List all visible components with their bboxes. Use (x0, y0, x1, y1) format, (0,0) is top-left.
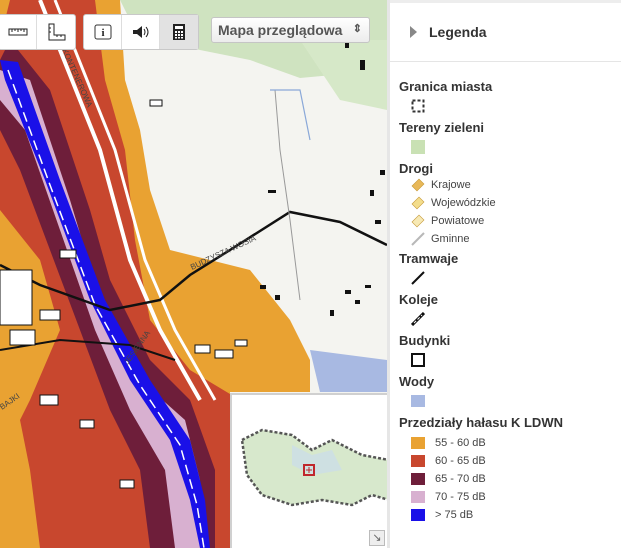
speaker-icon (132, 26, 148, 38)
road-legend-label: Gminne (431, 233, 470, 245)
road-legend-item: Gminne (399, 230, 621, 248)
road-symbol-icon (411, 214, 425, 228)
info-icon: i (94, 24, 111, 40)
water-symbol-icon (411, 394, 425, 407)
road-legend-item: Powiatowe (399, 212, 621, 230)
legend-city-border-title: Granica miasta (399, 79, 493, 94)
legend-buildings-title: Budynki (399, 333, 451, 348)
noise-list: 55 - 60 dB 60 - 65 dB 65 - 70 dB 70 - 75 dB… (399, 434, 621, 524)
map-type-select[interactable]: Mapa przeglądowa ⇕ (211, 17, 370, 43)
noise-legend-item: 70 - 75 dB (399, 488, 621, 506)
noise-legend-label: 55 - 60 dB (435, 437, 486, 449)
road-legend-label: Wojewódzkie (431, 197, 496, 209)
road-symbol-icon (411, 232, 425, 246)
legend-header[interactable]: Legenda (390, 0, 621, 62)
city-border-symbol-icon (411, 99, 425, 112)
noise-swatch (411, 437, 425, 449)
green-symbol-icon (411, 139, 425, 154)
info-button[interactable]: i (84, 15, 122, 49)
noise-swatch (411, 509, 425, 521)
overview-canvas (240, 428, 387, 507)
legend-rail-title: Koleje (399, 292, 439, 307)
legend-water-title: Wody (399, 374, 435, 389)
overview-resize-icon[interactable]: ↘ (369, 530, 385, 546)
tools-toolbar: i (83, 14, 199, 50)
road-legend-item: Wojewódzkie (399, 194, 621, 212)
svg-text:i: i (101, 27, 104, 39)
ruler-area-button[interactable] (37, 15, 75, 49)
building-symbol-icon (411, 352, 425, 367)
noise-legend-label: 60 - 65 dB (435, 455, 486, 467)
road-list: Krajowe Wojewódzkie Powiatowe Gminne (399, 176, 621, 248)
legend-tram-title: Tramwaje (399, 251, 459, 266)
noise-swatch (411, 473, 425, 485)
ruler-horizontal-button[interactable] (0, 15, 37, 49)
calculator-button[interactable] (160, 15, 198, 49)
noise-legend-item: > 75 dB (399, 506, 621, 524)
noise-swatch (411, 455, 425, 467)
legend-title: Legenda (429, 24, 487, 40)
ruler-horizontal-icon (8, 28, 27, 36)
legend-noise-title: Przedziały hałasu K LDWN (399, 415, 563, 430)
map-view[interactable]: KONTENEROWA BUDZYSZA WOSIA JESIENNA BAJK… (0, 0, 387, 548)
legend-panel: Legenda Granica miasta Tereny zieleni Dr… (390, 0, 621, 548)
legend-green-title: Tereny zieleni (399, 120, 485, 135)
calculator-icon (173, 24, 185, 40)
noise-swatch (411, 491, 425, 503)
expand-triangle-icon (410, 26, 417, 38)
road-legend-label: Powiatowe (431, 215, 485, 227)
noise-legend-item: 55 - 60 dB (399, 434, 621, 452)
overview-map[interactable]: ↘ (230, 393, 387, 548)
road-symbol-icon (411, 196, 425, 210)
noise-legend-label: 70 - 75 dB (435, 491, 486, 503)
legend-roads-title: Drogi (399, 161, 433, 176)
rail-symbol-icon (411, 311, 425, 326)
select-arrows-icon: ⇕ (352, 23, 362, 35)
measure-toolbar (0, 14, 76, 50)
noise-legend-item: 65 - 70 dB (399, 470, 621, 488)
sound-button[interactable] (122, 15, 160, 49)
road-legend-label: Krajowe (431, 179, 471, 191)
map-type-value: Mapa przeglądowa (218, 22, 343, 38)
road-legend-item: Krajowe (399, 176, 621, 194)
noise-legend-item: 60 - 65 dB (399, 452, 621, 470)
ruler-area-icon (48, 23, 66, 41)
noise-legend-label: > 75 dB (435, 509, 474, 521)
tram-symbol-icon (411, 270, 425, 285)
noise-legend-label: 65 - 70 dB (435, 473, 486, 485)
road-symbol-icon (411, 178, 425, 192)
